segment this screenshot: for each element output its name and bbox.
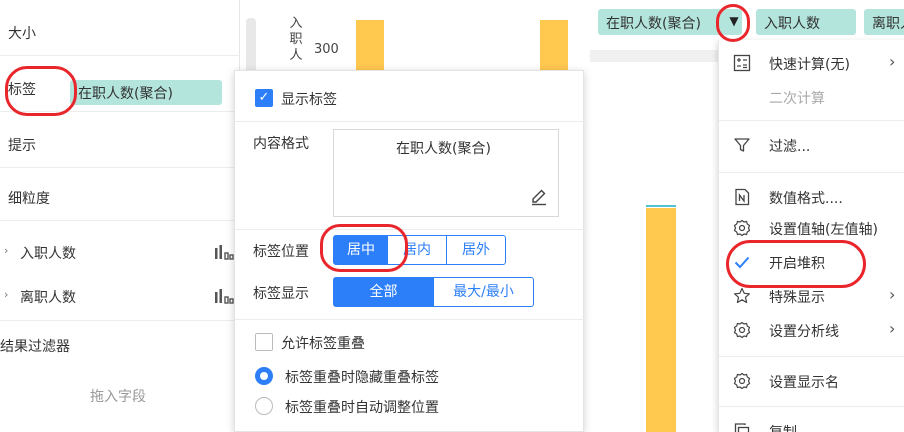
menu-label: 设置值轴(左值轴): [769, 222, 878, 238]
gear-icon: [733, 321, 751, 339]
bar-chart-icon[interactable]: [214, 288, 234, 304]
check-icon: [734, 256, 750, 269]
overlap-hide-text[interactable]: 标签重叠时隐藏重叠标签: [285, 367, 439, 387]
position-inside-button[interactable]: 居内: [388, 235, 447, 265]
y-axis-tick: 300: [314, 42, 339, 57]
menu-item-copy[interactable]: 复制: [719, 416, 904, 432]
menu-item-display-name[interactable]: 设置显示名: [719, 366, 904, 396]
menu-label: 过滤...: [769, 139, 811, 155]
edit-pencil-icon[interactable]: [530, 188, 548, 206]
prop-label-label: 标签: [8, 82, 36, 98]
chart-bar[interactable]: [646, 208, 676, 432]
overlap-adjust-radio[interactable]: [255, 397, 273, 415]
menu-item-secondary-calc[interactable]: 二次计算: [719, 82, 904, 112]
allow-overlap-checkbox[interactable]: [255, 333, 273, 351]
menu-item-number-format[interactable]: 数值格式....: [719, 182, 904, 212]
shelf-pill-leave-count[interactable]: 离职人数: [864, 9, 904, 35]
drag-field-hint[interactable]: 拖入字段: [90, 386, 146, 406]
content-format-value: 在职人数(聚合): [396, 141, 491, 157]
label-settings-popup: ✓ 显示标签 内容格式 在职人数(聚合) 标签位置 居中 居内 居外 标签显示 …: [234, 70, 585, 432]
content-format-label: 内容格式: [253, 136, 309, 152]
shelf-pill-active-count[interactable]: 在职人数(聚合): [598, 9, 742, 35]
divider: [719, 356, 904, 357]
menu-label: 数值格式....: [769, 191, 843, 207]
allow-overlap-text[interactable]: 允许标签重叠: [281, 333, 365, 353]
show-label-checkbox[interactable]: ✓: [255, 89, 273, 107]
content-format-editor[interactable]: 在职人数(聚合): [333, 129, 559, 217]
prop-label-detail: 细粒度: [8, 191, 50, 207]
copy-icon: [734, 423, 750, 432]
overlap-adjust-text[interactable]: 标签重叠时自动调整位置: [285, 397, 439, 417]
menu-label: 复制: [769, 422, 797, 432]
label-field-pill[interactable]: 在职人数(聚合): [70, 80, 222, 105]
shelf-dropdown-icon[interactable]: ▼: [726, 11, 742, 31]
menu-item-filter[interactable]: 过滤...: [719, 130, 904, 160]
gear-icon: [733, 372, 751, 390]
menu-item-special-display[interactable]: 特殊显示 ›: [719, 281, 904, 311]
divider: [235, 121, 585, 122]
prop-label-tip: 提示: [8, 138, 36, 154]
star-icon: [734, 287, 750, 304]
divider: [0, 320, 240, 321]
overlap-hide-radio[interactable]: [255, 367, 273, 385]
label-position-label: 标签位置: [253, 244, 309, 260]
chart-bar[interactable]: [540, 20, 568, 72]
chart-scrollbar[interactable]: [246, 18, 256, 74]
property-panel: 大小 标签 在职人数(聚合) 提示 细粒度 › 入职人数 › 离职人数 结果过滤…: [0, 0, 240, 432]
y-axis-title: 入职人: [289, 16, 303, 63]
field-name: 离职人数: [20, 290, 76, 306]
position-center-button[interactable]: 居中: [333, 235, 389, 265]
field-name: 入职人数: [20, 246, 76, 262]
chart-bar[interactable]: [356, 20, 384, 72]
field-context-menu: 快速计算(无) › 二次计算 过滤... 数值格式.... 设置值轴(左值轴) …: [718, 40, 904, 432]
field-hire-count[interactable]: › 入职人数: [0, 234, 240, 274]
label-display-label: 标签显示: [253, 286, 309, 302]
divider: [719, 172, 904, 173]
field-leave-count[interactable]: › 离职人数: [0, 278, 240, 318]
gear-icon: [733, 219, 751, 237]
divider: [235, 319, 585, 320]
chevron-right-icon: ›: [889, 319, 896, 338]
menu-item-quick-calc[interactable]: 快速计算(无) ›: [719, 48, 904, 78]
filter-icon: [734, 138, 750, 152]
display-maxmin-button[interactable]: 最大/最小: [433, 277, 534, 307]
expand-arrow-icon[interactable]: ›: [4, 244, 8, 257]
shelf-pill-hire-count[interactable]: 入职人数: [756, 9, 856, 35]
menu-label: 特殊显示: [769, 290, 825, 306]
prop-row-tip[interactable]: 提示: [0, 122, 240, 168]
divider: [719, 120, 904, 121]
result-filter-label[interactable]: 结果过滤器: [0, 336, 70, 356]
chart-bar-cap: [646, 205, 676, 207]
menu-label: 开启堆积: [769, 256, 825, 272]
menu-item-value-axis[interactable]: 设置值轴(左值轴): [719, 213, 904, 243]
expand-arrow-icon[interactable]: ›: [4, 288, 8, 301]
display-all-button[interactable]: 全部: [333, 277, 434, 307]
shelf-band: [590, 50, 720, 62]
menu-label: 二次计算: [769, 91, 825, 107]
menu-label: 快速计算(无): [769, 57, 850, 73]
bar-chart-icon[interactable]: [214, 244, 234, 260]
menu-item-enable-stack[interactable]: 开启堆积: [719, 247, 904, 277]
menu-label: 设置显示名: [769, 375, 839, 391]
prop-row-detail[interactable]: 细粒度: [0, 175, 240, 221]
chevron-right-icon: ›: [889, 285, 896, 304]
show-label-text[interactable]: 显示标签: [281, 89, 337, 109]
calc-icon: [733, 54, 751, 72]
divider: [719, 406, 904, 407]
divider: [235, 229, 585, 230]
prop-label-size: 大小: [8, 26, 36, 42]
prop-row-size[interactable]: 大小: [0, 10, 240, 56]
chevron-right-icon: ›: [889, 52, 896, 71]
position-outside-button[interactable]: 居外: [446, 235, 506, 265]
number-format-icon: [735, 188, 750, 206]
menu-label: 设置分析线: [769, 324, 839, 340]
menu-item-analysis-line[interactable]: 设置分析线 ›: [719, 315, 904, 345]
